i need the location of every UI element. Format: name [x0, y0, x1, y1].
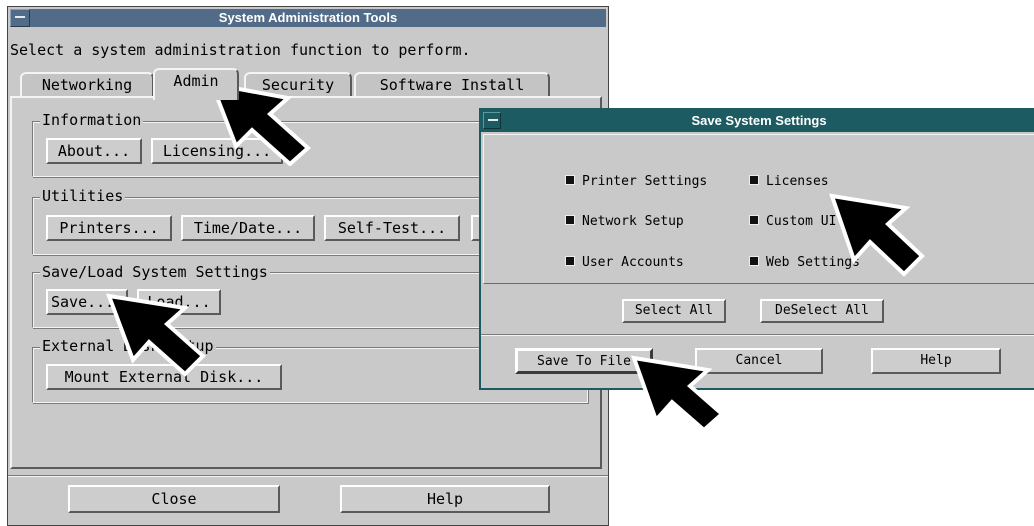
deselect-all-button[interactable]: DeSelect All [760, 299, 884, 323]
information-label: Information [40, 111, 144, 129]
custom-ui-checkbox[interactable]: Custom UI [749, 214, 836, 230]
checkbox-label: Printer Settings [582, 174, 708, 189]
pointer-arrow-icon [105, 293, 206, 377]
dialog-title: Save System Settings [691, 113, 827, 128]
window-menu-icon[interactable] [10, 9, 30, 27]
self-test-button[interactable]: Self-Test... [324, 215, 460, 241]
printers-button[interactable]: Printers... [46, 215, 172, 241]
dialog-separator [481, 334, 1034, 336]
checkbox-checked-icon [565, 215, 575, 225]
checkbox-label: Network Setup [582, 214, 684, 229]
pointer-arrow-icon [630, 355, 726, 432]
checkbox-label: Licenses [766, 174, 829, 189]
bottom-separator [8, 475, 608, 477]
tab-software-install[interactable]: Software Install [354, 72, 550, 98]
utilities-label: Utilities [40, 187, 126, 205]
checkbox-checked-icon [749, 256, 759, 266]
checkbox-checked-icon [749, 175, 759, 185]
printer-settings-checkbox[interactable]: Printer Settings [565, 174, 707, 190]
select-all-button[interactable]: Select All [622, 299, 726, 323]
network-setup-checkbox[interactable]: Network Setup [565, 214, 684, 230]
pointer-arrow-icon [829, 193, 925, 277]
checkbox-label: User Accounts [582, 255, 684, 270]
checkbox-checked-icon [749, 215, 759, 225]
save-load-label: Save/Load System Settings [40, 263, 270, 281]
user-accounts-checkbox[interactable]: User Accounts [565, 255, 684, 271]
instruction-text: Select a system administration function … [10, 41, 471, 59]
dialog-titlebar[interactable]: Save System Settings [481, 110, 1034, 132]
dialog-help-button[interactable]: Help [871, 348, 1001, 374]
checkbox-checked-icon [565, 175, 575, 185]
save-settings-dialog: Save System Settings Printer Settings Li… [479, 108, 1034, 390]
time-date-button[interactable]: Time/Date... [181, 215, 315, 241]
help-button[interactable]: Help [340, 485, 550, 513]
tab-admin[interactable]: Admin [153, 68, 239, 100]
checkbox-checked-icon [565, 256, 575, 266]
licenses-checkbox[interactable]: Licenses [749, 174, 829, 190]
tab-networking[interactable]: Networking [20, 72, 154, 98]
main-window-title: System Administration Tools [218, 10, 398, 25]
close-button[interactable]: Close [68, 485, 280, 513]
dialog-menu-icon[interactable] [483, 112, 501, 129]
main-titlebar[interactable]: System Administration Tools [10, 9, 606, 27]
about-button[interactable]: About... [46, 138, 142, 164]
